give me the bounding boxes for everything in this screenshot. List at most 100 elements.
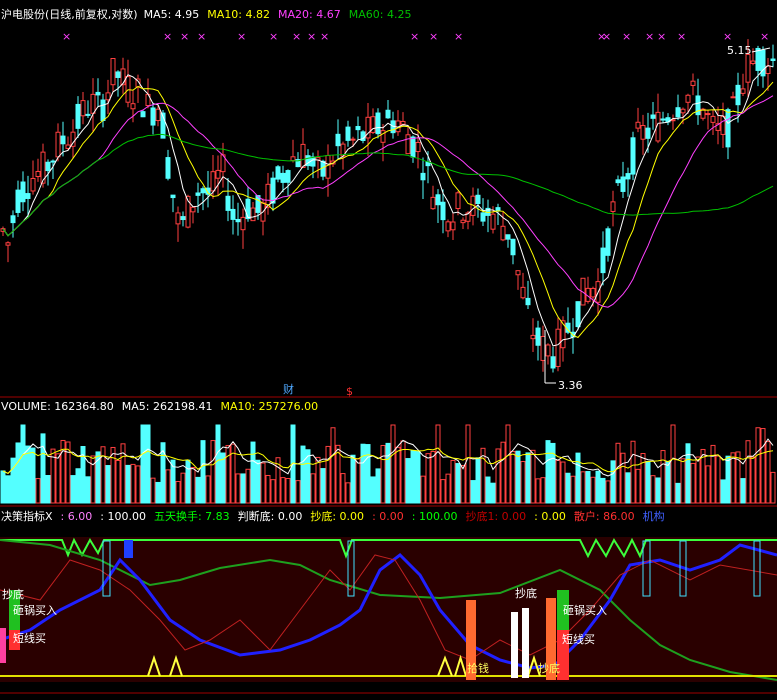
volume-bar <box>255 459 261 504</box>
x-marker: × <box>62 30 71 43</box>
candle-body <box>85 113 91 116</box>
candle-body <box>480 212 486 222</box>
volume-legend: VOLUME: 162364.80 MA5: 262198.41 MA10: 257… <box>1 400 318 413</box>
volume-bar <box>650 475 656 504</box>
candle-body <box>635 121 641 129</box>
x-marker: × <box>410 30 419 43</box>
volume-bar <box>670 424 676 504</box>
ma-legend: MA5: 4.95 MA10: 4.82 MA20: 4.67 MA60: 4.25 <box>144 8 412 21</box>
volume-bar <box>245 468 251 504</box>
indicator-legend: 决策指标X: 6.00: 100.00 五天换手: 7.83 判断底: 0.00 抄底… <box>1 509 665 523</box>
candle-body <box>235 218 241 223</box>
volume-bar <box>440 479 446 504</box>
volume-bar <box>10 457 16 504</box>
candle-body <box>140 111 146 118</box>
candle-body <box>755 47 761 71</box>
volume-bar <box>270 479 276 504</box>
signal-duanxian-1: 短线买 <box>13 631 46 645</box>
x-marker: × <box>760 30 769 43</box>
volume-bar <box>435 424 441 504</box>
volume-bar <box>690 462 696 504</box>
volume-bar <box>220 452 226 504</box>
candle-body <box>280 172 286 183</box>
candle-body <box>175 212 181 225</box>
candle-body <box>555 328 561 367</box>
volume-bar <box>705 465 711 504</box>
volume-bar <box>745 440 751 504</box>
candle-body <box>310 156 316 167</box>
candle-body <box>355 126 361 131</box>
volume-bar <box>280 477 286 504</box>
volume-bar <box>155 481 161 504</box>
candle-body <box>435 194 441 206</box>
volume-bar <box>225 445 231 504</box>
volume-bar <box>655 477 661 504</box>
volume-bar <box>430 450 436 504</box>
indicator-label-9: : 0.00 <box>534 510 566 523</box>
candle-body <box>375 112 381 135</box>
candle-body <box>215 169 221 179</box>
volume-bar <box>595 470 601 504</box>
x-marker: × <box>645 30 654 43</box>
candle-body <box>660 118 666 121</box>
candle-body <box>575 301 581 328</box>
volume-label-2: MA10: 257276.00 <box>220 400 318 413</box>
volume-bar <box>390 424 396 504</box>
signal-chaodi-left: 抄底 <box>2 587 24 601</box>
volume-bar <box>260 462 266 504</box>
volume-bar <box>30 447 36 504</box>
white-bar <box>511 612 518 678</box>
volume-bar <box>455 463 461 504</box>
candle-body <box>510 238 516 256</box>
volume-bar <box>505 424 511 504</box>
volume-bar <box>495 448 501 504</box>
volume-bar <box>125 464 131 504</box>
candle-body <box>740 88 746 94</box>
volume-bar <box>555 459 561 504</box>
indicator-label-0: 决策指标X <box>1 509 53 523</box>
volume-bar <box>355 458 361 504</box>
volume-bar <box>605 480 611 504</box>
candle-body <box>350 138 356 141</box>
candle-body <box>270 177 276 204</box>
candle-body <box>10 215 16 224</box>
volume-bar <box>380 444 386 504</box>
candle-body <box>230 208 236 220</box>
candle-body <box>735 84 741 106</box>
candle-body <box>770 58 776 62</box>
candle-body <box>195 192 201 196</box>
candle-body <box>95 91 101 96</box>
volume-bar <box>195 476 201 504</box>
candle-body <box>710 115 716 123</box>
candle-body <box>225 195 231 211</box>
candle-body <box>170 194 176 199</box>
candle-body <box>35 170 41 177</box>
volume-bar <box>40 433 46 504</box>
volume-bar <box>730 452 736 504</box>
price-panel: × × × × × × × × × × × × ×× × × × × × × <box>0 30 776 373</box>
candle-body <box>250 207 256 222</box>
candle-body <box>55 131 61 158</box>
candle-body <box>545 344 551 357</box>
candle-body <box>475 194 481 205</box>
candle-body <box>440 201 446 221</box>
candle-body <box>190 206 196 213</box>
signal-chaodi: 抄底 <box>515 586 537 600</box>
volume-bar <box>560 461 566 504</box>
volume-panel <box>0 424 776 504</box>
volume-bar <box>165 469 171 504</box>
signal-shiqian: 拾钱 <box>467 661 489 675</box>
candle-body <box>240 216 246 231</box>
candle-body <box>165 157 171 179</box>
volume-label-0: VOLUME: 162364.80 <box>1 400 114 413</box>
volume-bar <box>210 440 216 504</box>
candle-body <box>385 109 391 119</box>
volume-bar <box>330 427 336 504</box>
volume-bar <box>515 450 521 504</box>
candle-body <box>5 242 11 246</box>
volume-bar <box>420 475 426 504</box>
stock-chart: × × × × × × × × × × × × ×× × × × × × × 沪电股份(日线,前复权,对数) MA5… <box>0 7 777 694</box>
volume-bar <box>320 468 326 504</box>
volume-bar <box>365 444 371 504</box>
volume-bar <box>145 424 151 504</box>
